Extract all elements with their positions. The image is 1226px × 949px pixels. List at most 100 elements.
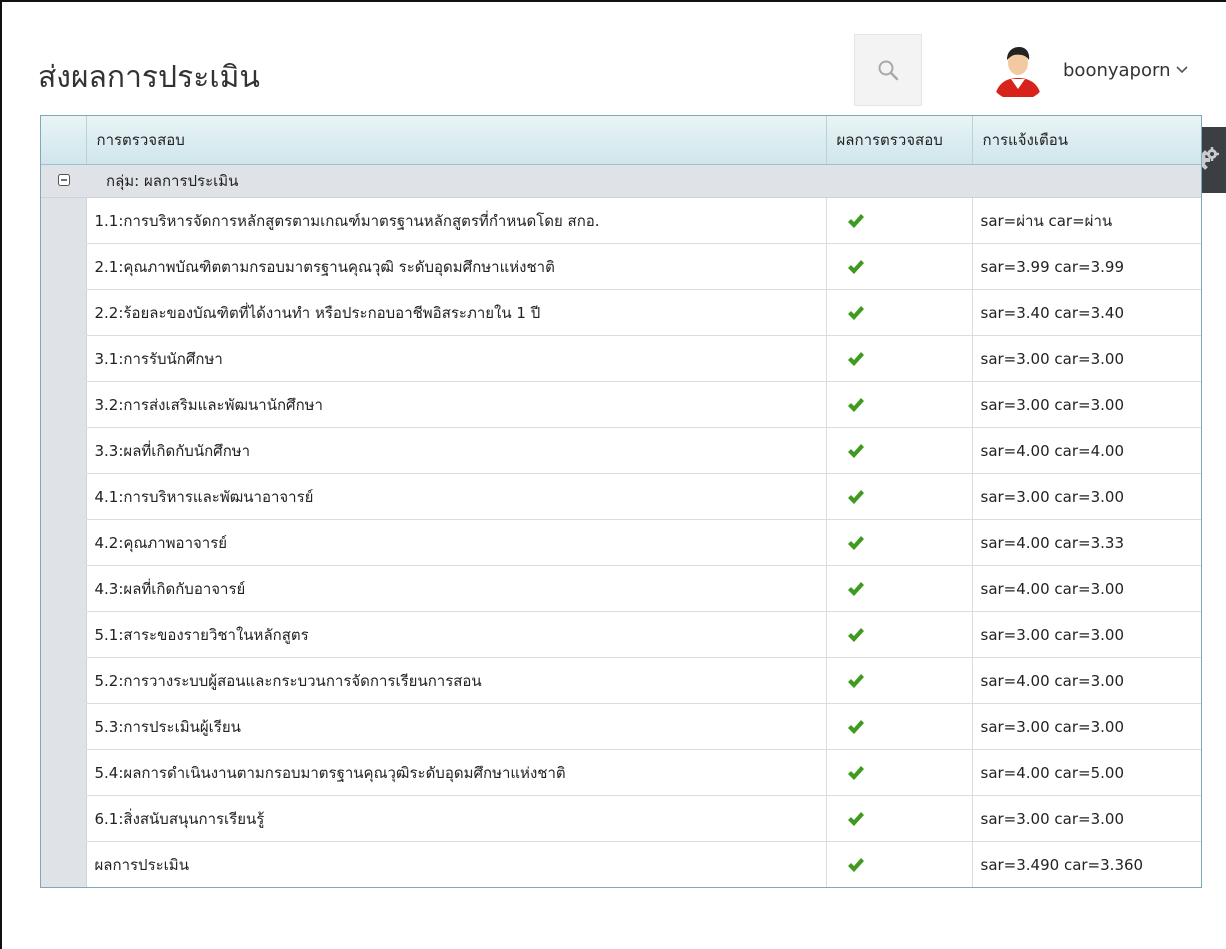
column-header-notify[interactable]: การแจ้งเตือน	[972, 116, 1201, 165]
check-result-cell	[826, 611, 973, 658]
table-row[interactable]: 3.2:การส่งเสริมและพัฒนานักศึกษา sar=3.00 …	[41, 381, 1201, 428]
check-icon	[847, 674, 864, 688]
check-name-cell: 2.2:ร้อยละของบัณฑิตที่ได้งานทำ หรือประกอ…	[86, 289, 827, 336]
assessment-table: การตรวจสอบ ผลการตรวจสอบ การแจ้งเตือน กลุ…	[41, 116, 1201, 887]
check-result-cell	[826, 289, 973, 336]
check-icon	[847, 260, 864, 274]
row-indent-cell	[41, 381, 87, 428]
check-result-cell	[826, 381, 973, 428]
notification-cell: sar=4.00 car=3.00	[972, 565, 1201, 612]
check-icon	[847, 352, 864, 366]
row-indent-cell	[41, 335, 87, 382]
table-row[interactable]: 4.3:ผลที่เกิดกับอาจารย์ sar=4.00 car=3.00	[41, 565, 1201, 612]
avatar	[987, 39, 1049, 101]
row-indent-cell	[41, 197, 87, 244]
check-icon	[847, 398, 864, 412]
notification-cell: sar=4.00 car=3.00	[972, 657, 1201, 704]
check-name-cell: 5.1:สาระของรายวิชาในหลักสูตร	[86, 611, 827, 658]
table-row[interactable]: 4.2:คุณภาพอาจารย์ sar=4.00 car=3.33	[41, 519, 1201, 566]
check-icon	[847, 766, 864, 780]
row-indent-cell	[41, 565, 87, 612]
check-name-cell: 5.3:การประเมินผู้เรียน	[86, 703, 827, 750]
notification-cell: sar=3.00 car=3.00	[972, 795, 1201, 842]
table-row[interactable]: 3.1:การรับนักศึกษา sar=3.00 car=3.00	[41, 335, 1201, 382]
check-result-cell	[826, 197, 973, 244]
user-name: boonyaporn	[1063, 59, 1171, 81]
check-name-cell: 5.2:การวางระบบผู้สอนและกระบวนการจัดการเร…	[86, 657, 827, 704]
check-result-cell	[826, 795, 973, 842]
table-row[interactable]: ผลการประเมิน sar=3.490 car=3.360	[41, 841, 1201, 887]
notification-cell: sar=4.00 car=3.33	[972, 519, 1201, 566]
check-name-cell: 3.1:การรับนักศึกษา	[86, 335, 827, 382]
check-icon	[847, 306, 864, 320]
notification-cell: sar=3.00 car=3.00	[972, 703, 1201, 750]
check-result-cell	[826, 243, 973, 290]
page-title: ส่งผลการประเมิน	[38, 60, 260, 95]
table-row[interactable]: 5.4:ผลการดำเนินงานตามกรอบมาตรฐานคุณวุฒิร…	[41, 749, 1201, 796]
notification-cell: sar=4.00 car=4.00	[972, 427, 1201, 474]
column-header-result[interactable]: ผลการตรวจสอบ	[826, 116, 973, 165]
chevron-down-icon	[1176, 66, 1189, 74]
check-result-cell	[826, 335, 973, 382]
search-button[interactable]	[854, 34, 922, 106]
check-name-cell: 3.2:การส่งเสริมและพัฒนานักศึกษา	[86, 381, 827, 428]
search-icon	[878, 60, 899, 81]
table-row[interactable]: 1.1:การบริหารจัดการหลักสูตรตามเกณฑ์มาตรฐ…	[41, 197, 1201, 244]
row-indent-cell	[41, 841, 87, 887]
group-label-cell: กลุ่ม: ผลการประเมิน	[86, 164, 1201, 198]
row-indent-cell	[41, 289, 87, 336]
row-indent-cell	[41, 611, 87, 658]
collapse-toggle[interactable]	[57, 172, 70, 190]
row-indent-cell	[41, 703, 87, 750]
table-row[interactable]: 5.3:การประเมินผู้เรียน sar=3.00 car=3.00	[41, 703, 1201, 750]
check-name-cell: 4.2:คุณภาพอาจารย์	[86, 519, 827, 566]
row-indent-cell	[41, 749, 87, 796]
user-menu[interactable]: boonyaporn	[987, 38, 1189, 102]
check-icon	[847, 214, 864, 228]
column-header-check[interactable]: การตรวจสอบ	[86, 116, 827, 165]
check-icon	[847, 444, 864, 458]
check-name-cell: 1.1:การบริหารจัดการหลักสูตรตามเกณฑ์มาตรฐ…	[86, 197, 827, 244]
row-indent-cell	[41, 795, 87, 842]
notification-cell: sar=3.490 car=3.360	[972, 841, 1201, 887]
notification-cell: sar=ผ่าน car=ผ่าน	[972, 197, 1201, 244]
table-row[interactable]: 6.1:สิ่งสนับสนุนการเรียนรู้ sar=3.00 car=…	[41, 795, 1201, 842]
check-name-cell: 4.3:ผลที่เกิดกับอาจารย์	[86, 565, 827, 612]
check-icon	[847, 536, 864, 550]
check-result-cell	[826, 473, 973, 520]
row-indent-cell	[41, 657, 87, 704]
check-icon	[847, 858, 864, 872]
expand-column-header	[41, 116, 87, 165]
check-name-cell: 5.4:ผลการดำเนินงานตามกรอบมาตรฐานคุณวุฒิร…	[86, 749, 827, 796]
check-icon	[847, 812, 864, 826]
row-indent-cell	[41, 243, 87, 290]
group-label: กลุ่ม: ผลการประเมิน	[106, 172, 239, 190]
check-name-cell: 2.1:คุณภาพบัณฑิตตามกรอบมาตรฐานคุณวุฒิ ระ…	[86, 243, 827, 290]
check-icon	[847, 628, 864, 642]
table-row[interactable]: 5.2:การวางระบบผู้สอนและกระบวนการจัดการเร…	[41, 657, 1201, 704]
table-row[interactable]: 4.1:การบริหารและพัฒนาอาจารย์ sar=3.00 car…	[41, 473, 1201, 520]
notification-cell: sar=3.40 car=3.40	[972, 289, 1201, 336]
check-name-cell: ผลการประเมิน	[86, 841, 827, 887]
table-row[interactable]: 5.1:สาระของรายวิชาในหลักสูตร sar=3.00 car…	[41, 611, 1201, 658]
check-result-cell	[826, 703, 973, 750]
table-row[interactable]: 2.2:ร้อยละของบัณฑิตที่ได้งานทำ หรือประกอ…	[41, 289, 1201, 336]
notification-cell: sar=3.00 car=3.00	[972, 381, 1201, 428]
check-name-cell: 3.3:ผลที่เกิดกับนักศึกษา	[86, 427, 827, 474]
check-result-cell	[826, 749, 973, 796]
notification-cell: sar=3.99 car=3.99	[972, 243, 1201, 290]
check-result-cell	[826, 519, 973, 566]
row-indent-cell	[41, 473, 87, 520]
table-header-row: การตรวจสอบ ผลการตรวจสอบ การแจ้งเตือน	[41, 116, 1201, 165]
notification-cell: sar=3.00 car=3.00	[972, 335, 1201, 382]
check-result-cell	[826, 427, 973, 474]
row-indent-cell	[41, 427, 87, 474]
table-row[interactable]: 2.1:คุณภาพบัณฑิตตามกรอบมาตรฐานคุณวุฒิ ระ…	[41, 243, 1201, 290]
check-name-cell: 4.1:การบริหารและพัฒนาอาจารย์	[86, 473, 827, 520]
check-result-cell	[826, 841, 973, 887]
notification-cell: sar=3.00 car=3.00	[972, 473, 1201, 520]
check-icon	[847, 490, 864, 504]
table-row[interactable]: 3.3:ผลที่เกิดกับนักศึกษา sar=4.00 car=4.0…	[41, 427, 1201, 474]
group-toggle-cell	[41, 164, 86, 198]
row-indent-cell	[41, 519, 87, 566]
